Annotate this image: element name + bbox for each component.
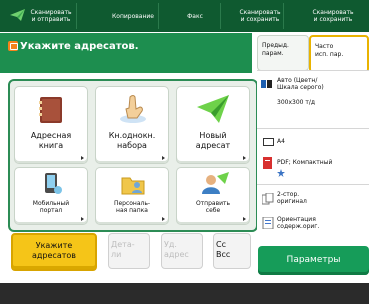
send-to-myself-button[interactable]: Отправить себе (176, 167, 250, 225)
destination-icon (8, 41, 18, 51)
mobile-portal-label: Мобильный портал (32, 200, 70, 214)
scan-size-value: A4 (277, 138, 285, 145)
tab-fax-label: Факс (187, 12, 203, 20)
send-plane-icon (10, 9, 25, 21)
details-button[interactable]: Дета- ли (108, 233, 150, 269)
resolution-value: 300x300 т/д (277, 99, 316, 106)
tab-scan-send-label: Сканировать и отправить (30, 9, 72, 23)
orientation-icon (262, 217, 274, 229)
mobile-portal-button[interactable]: Мобильный портал (14, 167, 88, 225)
tab-scan-send[interactable]: Сканировать и отправить (26, 3, 77, 29)
personal-folder-label: Персональ- ная папка (113, 200, 151, 214)
color-mode-icon (261, 80, 272, 88)
one-touch-label: Кн.однокн. набора (108, 131, 156, 150)
personal-folder-icon (121, 177, 145, 195)
cc-bcc-label: Cc Bcc (216, 240, 231, 259)
send-to-myself-icon (202, 172, 229, 194)
options-label: Параметры (286, 255, 341, 265)
file-format-value: PDF; Компактный (277, 159, 333, 166)
scan-send-screen: Сканировать и отправить Копирование Факс… (0, 0, 369, 304)
tab-scan-save-2[interactable]: Сканировать и сохранить (303, 3, 363, 29)
color-mode-value: Авто (Цветн/ Шкала серого) (277, 77, 324, 91)
size-format-row[interactable]: A4 PDF; Компактный (257, 128, 369, 185)
delete-destination-button[interactable]: Уд. адрес (161, 233, 203, 269)
finger-press-icon (120, 95, 146, 123)
personal-folder-button[interactable]: Персональ- ная папка (95, 167, 169, 225)
options-button[interactable]: Параметры (258, 246, 369, 275)
mobile-phone-icon (45, 173, 62, 194)
one-touch-button[interactable]: Кн.однокн. набора (95, 86, 169, 164)
address-book-label: Адресная книга (30, 131, 72, 150)
specify-destinations-label: Укажите адресатов (31, 241, 76, 260)
arrow-icon (162, 156, 165, 160)
tab-previous-settings[interactable]: Предыд. парам. (257, 35, 309, 71)
pdf-file-icon (263, 157, 272, 169)
destination-header: Укажите адресатов. (0, 33, 252, 73)
arrow-icon (243, 217, 246, 221)
tab-scan-save[interactable]: Сканировать и сохранить (237, 3, 284, 29)
star-icon (277, 169, 285, 177)
settings-panel: Авто (Цветн/ Шкала серого) 300x300 т/д A… (257, 70, 369, 243)
page-title: Укажите адресатов. (20, 41, 139, 52)
tab-scan-save-label: Сканировать и сохранить (239, 9, 281, 23)
tab-favorite-settings-label: Часто исп. пар. (315, 43, 344, 58)
cc-bcc-button[interactable]: Cc Bcc (213, 233, 251, 269)
specify-destinations-button[interactable]: Укажите адресатов (11, 233, 97, 271)
arrow-icon (162, 217, 165, 221)
tab-favorite-settings[interactable]: Часто исп. пар. (309, 35, 369, 73)
arrow-icon (243, 156, 246, 160)
arrow-icon (81, 156, 84, 160)
function-tab-bar: Сканировать и отправить Копирование Факс… (0, 0, 369, 32)
scan-size-icon (263, 138, 274, 146)
tab-previous-settings-label: Предыд. парам. (262, 42, 289, 57)
new-destination-button[interactable]: Новый адресат (176, 86, 250, 164)
original-settings-row[interactable]: 2-стор. оригинал Ориентация содерж.ориг. (257, 184, 369, 244)
destination-grid-panel: Адресная книга Кн.однокн. набора Новый а… (8, 79, 258, 232)
tab-fax[interactable]: Факс (170, 3, 221, 29)
two-sided-icon (262, 193, 274, 205)
address-book-icon (39, 97, 62, 123)
arrow-icon (81, 217, 84, 221)
delete-destination-label: Уд. адрес (164, 240, 189, 259)
tab-copy-label: Копирование (112, 12, 154, 20)
bottom-status-bar (0, 283, 369, 304)
send-to-myself-label: Отправить себе (195, 200, 231, 214)
orientation-value: Ориентация содерж.ориг. (277, 216, 320, 230)
new-destination-label: Новый адресат (195, 131, 231, 150)
paper-plane-icon (197, 95, 229, 123)
color-resolution-row[interactable]: Авто (Цветн/ Шкала серого) 300x300 т/д (257, 70, 369, 129)
tab-copy[interactable]: Копирование (108, 3, 159, 29)
details-label: Дета- ли (111, 240, 135, 259)
address-book-button[interactable]: Адресная книга (14, 86, 88, 164)
tab-scan-save-2-label: Сканировать и сохранить (312, 9, 354, 23)
two-sided-value: 2-стор. оригинал (277, 191, 307, 205)
